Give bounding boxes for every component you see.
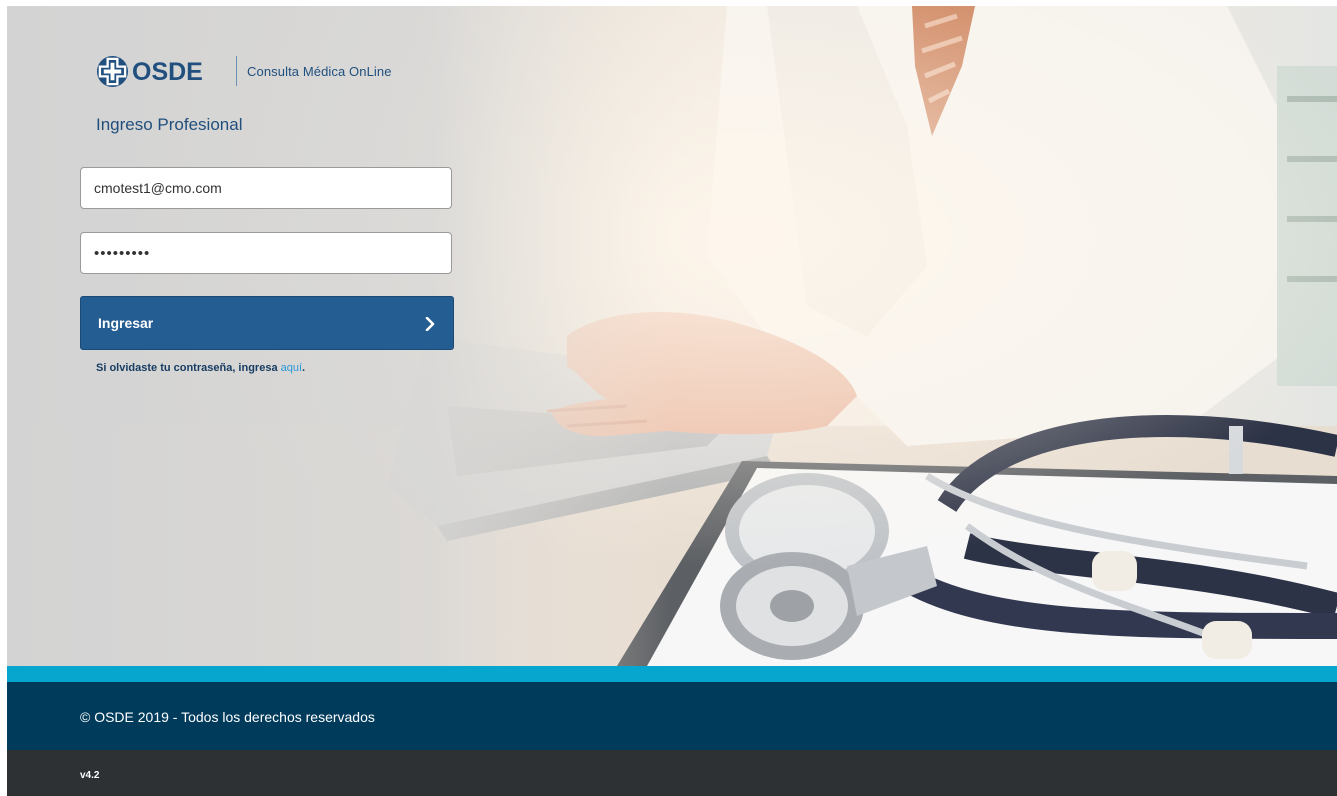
email-field[interactable]: cmotest1@cmo.com <box>80 167 452 209</box>
password-value: ••••••••• <box>94 244 151 262</box>
hero-background: OSDE Consulta Médica OnLine Ingreso Prof… <box>7 6 1337 666</box>
email-value: cmotest1@cmo.com <box>94 180 222 196</box>
forgot-password-text: Si olvidaste tu contraseña, ingresa aquí… <box>96 362 306 374</box>
password-field[interactable]: ••••••••• <box>80 232 452 274</box>
svg-text:OSDE: OSDE <box>132 59 203 83</box>
osde-logo: OSDE Consulta Médica OnLine <box>96 55 392 87</box>
logo-divider <box>236 56 237 86</box>
forgot-password-link[interactable]: aquí <box>281 362 302 374</box>
osde-wordmark: OSDE <box>132 59 203 83</box>
login-button[interactable]: Ingresar <box>80 296 454 350</box>
login-button-label: Ingresar <box>98 315 154 331</box>
copyright-text: © OSDE 2019 - Todos los derechos reserva… <box>80 709 375 725</box>
chevron-right-icon <box>425 317 435 331</box>
page: OSDE Consulta Médica OnLine Ingreso Prof… <box>7 6 1337 796</box>
version-bar: v4.2 <box>7 750 1337 796</box>
osde-cross-icon <box>96 55 129 87</box>
footer: © OSDE 2019 - Todos los derechos reserva… <box>7 682 1337 750</box>
accent-stripe <box>7 666 1337 682</box>
login-title: Ingreso Profesional <box>96 115 243 134</box>
version-label: v4.2 <box>80 770 100 781</box>
logo-subtitle: Consulta Médica OnLine <box>247 63 392 79</box>
